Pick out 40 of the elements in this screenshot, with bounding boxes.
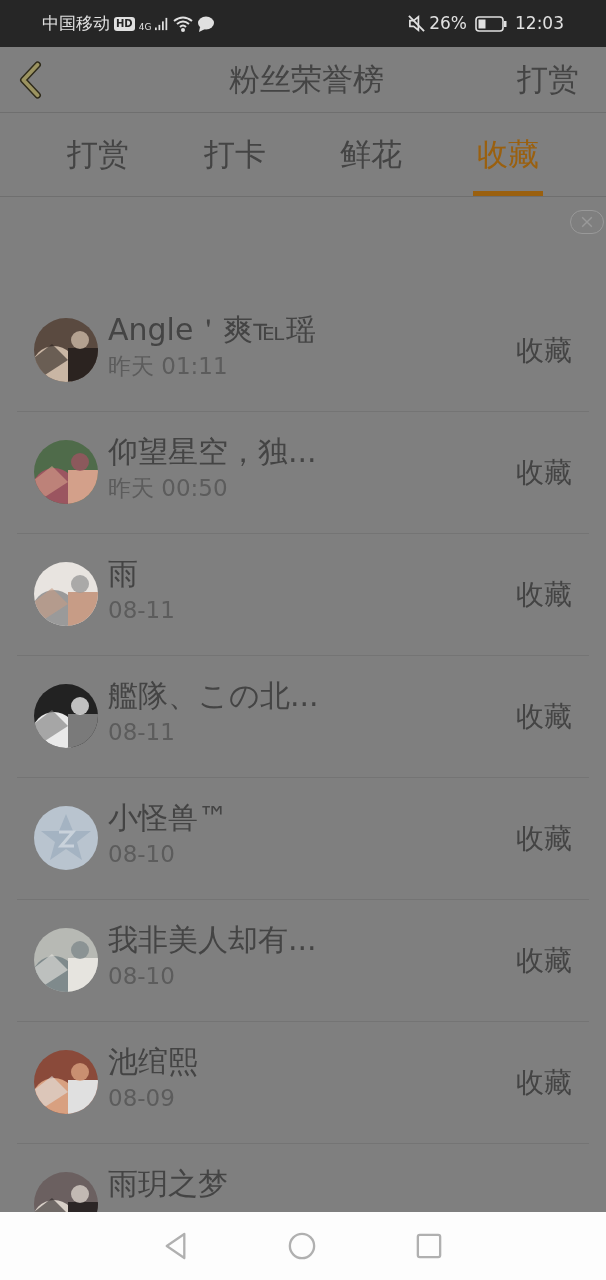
fan-name: 雨 <box>108 555 139 593</box>
chat-icon <box>197 15 216 32</box>
fan-name: 艦隊、この北... <box>108 677 320 715</box>
wifi-icon <box>173 15 194 32</box>
back-nav-button[interactable] <box>164 1232 188 1260</box>
home-nav-button[interactable] <box>288 1232 316 1260</box>
fan-name: 雨玥之梦 <box>108 1165 229 1203</box>
fan-name: 仰望星空，独... <box>108 433 318 471</box>
tab[interactable]: 鲜花 <box>336 113 407 196</box>
network-text: 4G <box>138 20 152 34</box>
square-icon <box>416 1233 442 1259</box>
fan-name: Angle＇爽℡瑶 <box>108 311 317 349</box>
carrier-text: 中国移动 <box>42 11 110 35</box>
default-avatar-icon <box>34 806 98 870</box>
action-label: 收藏 <box>516 1065 572 1101</box>
triangle-icon <box>164 1232 188 1260</box>
tab[interactable]: 收藏 <box>472 113 543 196</box>
signal-icon <box>155 15 170 32</box>
action-label: 收藏 <box>516 943 572 979</box>
tip-button[interactable]: 打赏 <box>517 56 579 103</box>
close-icon <box>581 216 593 228</box>
action-label: 收藏 <box>516 333 572 369</box>
action-label: 收藏 <box>516 699 572 735</box>
mute-icon <box>408 15 426 32</box>
fan-name: 我非美人却有... <box>108 921 318 959</box>
back-icon <box>17 60 43 99</box>
tab[interactable]: 打赏 <box>63 113 134 196</box>
fan-name: 池绾熙 <box>108 1043 199 1081</box>
recents-nav-button[interactable] <box>416 1233 442 1259</box>
battery-icon <box>475 15 507 32</box>
clock-text: 12:03 <box>515 11 564 35</box>
action-label: 收藏 <box>516 455 572 491</box>
action-label: 收藏 <box>516 821 572 857</box>
hd-badge: HD <box>114 16 135 31</box>
circle-icon <box>288 1232 316 1260</box>
action-label: 收藏 <box>516 577 572 613</box>
page-title: 粉丝荣誉榜 <box>228 60 384 100</box>
battery-percent: 26% <box>429 11 467 35</box>
fan-name: 小怪兽™ <box>108 799 229 837</box>
tab[interactable]: 打卡 <box>199 113 270 196</box>
